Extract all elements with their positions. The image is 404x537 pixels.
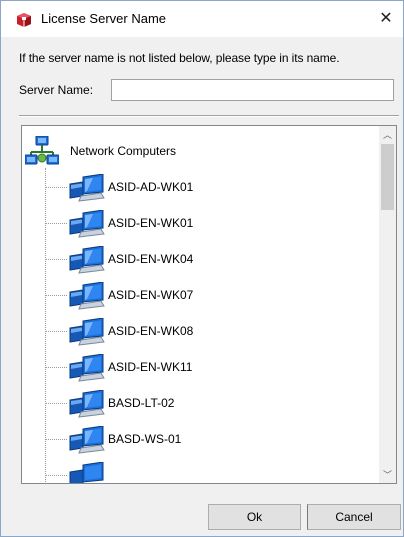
tree-branch-line xyxy=(45,439,67,440)
tree-item-computer[interactable]: ASID-EN-WK07 xyxy=(45,280,365,310)
computer-monitor-icon xyxy=(67,389,107,418)
computer-name: ASID-AD-WK01 xyxy=(108,180,194,194)
tree-branch-line xyxy=(45,475,67,476)
tree-item-computer[interactable]: ASID-EN-WK01 xyxy=(45,208,365,238)
tree-item-computer[interactable]: BASD-LT-02 xyxy=(45,388,365,418)
tree-branch-line xyxy=(45,331,67,332)
computer-name: ASID-EN-WK08 xyxy=(108,324,194,338)
computer-name: ASID-EN-WK01 xyxy=(108,216,194,230)
tree-branch-line xyxy=(45,403,67,404)
computer-monitor-icon xyxy=(67,317,107,346)
computer-name: ASID-EN-WK04 xyxy=(108,252,194,266)
computer-monitor-icon xyxy=(67,245,107,274)
red-box-icon xyxy=(16,12,32,28)
ok-button-label: Ok xyxy=(246,510,263,524)
tree-item-computer[interactable]: ASID-EN-WK11 xyxy=(45,352,365,382)
chevron-down-icon: ﹀ xyxy=(382,470,392,480)
close-button[interactable]: ✕ xyxy=(369,1,403,35)
close-icon: ✕ xyxy=(379,10,393,27)
computer-name: ASID-EN-WK07 xyxy=(108,288,194,302)
cancel-button[interactable]: Cancel xyxy=(307,504,401,530)
computer-monitor-icon xyxy=(67,209,107,238)
title-bar: License Server Name ✕ xyxy=(1,1,403,37)
computer-monitor-icon xyxy=(67,461,107,483)
tree-item-computer-partial[interactable] xyxy=(45,460,365,483)
computer-name: BASD-LT-02 xyxy=(108,396,175,410)
window-title: License Server Name xyxy=(41,11,166,26)
server-name-label: Server Name: xyxy=(19,83,94,97)
license-server-dialog: License Server Name ✕ If the server name… xyxy=(0,0,404,537)
computer-monitor-icon xyxy=(67,353,107,382)
server-name-input[interactable] xyxy=(111,79,394,101)
tree-item-computer[interactable]: BASD-WS-01 xyxy=(45,424,365,454)
ok-button[interactable]: Ok xyxy=(208,504,301,530)
tree-root-label: Network Computers xyxy=(70,144,177,158)
tree-item-computer[interactable]: ASID-EN-WK08 xyxy=(45,316,365,346)
cancel-button-label: Cancel xyxy=(335,510,373,524)
computer-monitor-icon xyxy=(67,425,107,454)
instructions-text: If the server name is not listed below, … xyxy=(19,51,340,65)
tree-scrollbar[interactable]: ︿ ﹀ xyxy=(379,126,396,483)
computer-name: ASID-EN-WK11 xyxy=(108,360,193,374)
computer-name: BASD-WS-01 xyxy=(108,432,182,446)
tree-branch-line xyxy=(45,187,67,188)
tree-item-computer[interactable]: ASID-AD-WK01 xyxy=(45,172,365,202)
separator-line xyxy=(19,115,399,117)
tree-branch-line xyxy=(45,259,67,260)
scroll-down-button[interactable]: ﹀ xyxy=(379,466,396,483)
tree-branch-line xyxy=(45,295,67,296)
network-tree-view[interactable]: Network Computers ASID-AD-WK01 ASID-EN-W… xyxy=(21,125,397,484)
tree-branch-line xyxy=(45,223,67,224)
tree-branch-line xyxy=(45,367,67,368)
scroll-thumb[interactable] xyxy=(381,144,394,210)
scroll-up-button[interactable]: ︿ xyxy=(379,126,396,143)
chevron-up-icon: ︿ xyxy=(382,130,392,140)
network-computers-icon xyxy=(24,135,60,166)
tree-item-computer[interactable]: ASID-EN-WK04 xyxy=(45,244,365,274)
computer-monitor-icon xyxy=(67,173,107,202)
computer-monitor-icon xyxy=(67,281,107,310)
